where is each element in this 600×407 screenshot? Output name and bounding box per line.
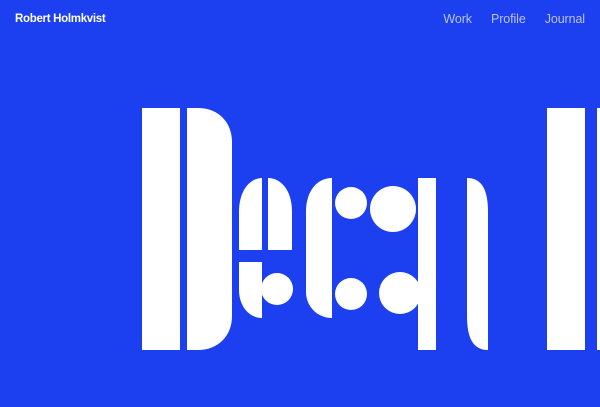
hero-display-word [142, 108, 600, 350]
hero-letter-a [370, 178, 436, 350]
hero-letter-e [239, 178, 293, 318]
hero-letter-d [142, 108, 232, 350]
hero-letter-d-lower [467, 108, 600, 350]
hero-letter-c [306, 178, 367, 318]
